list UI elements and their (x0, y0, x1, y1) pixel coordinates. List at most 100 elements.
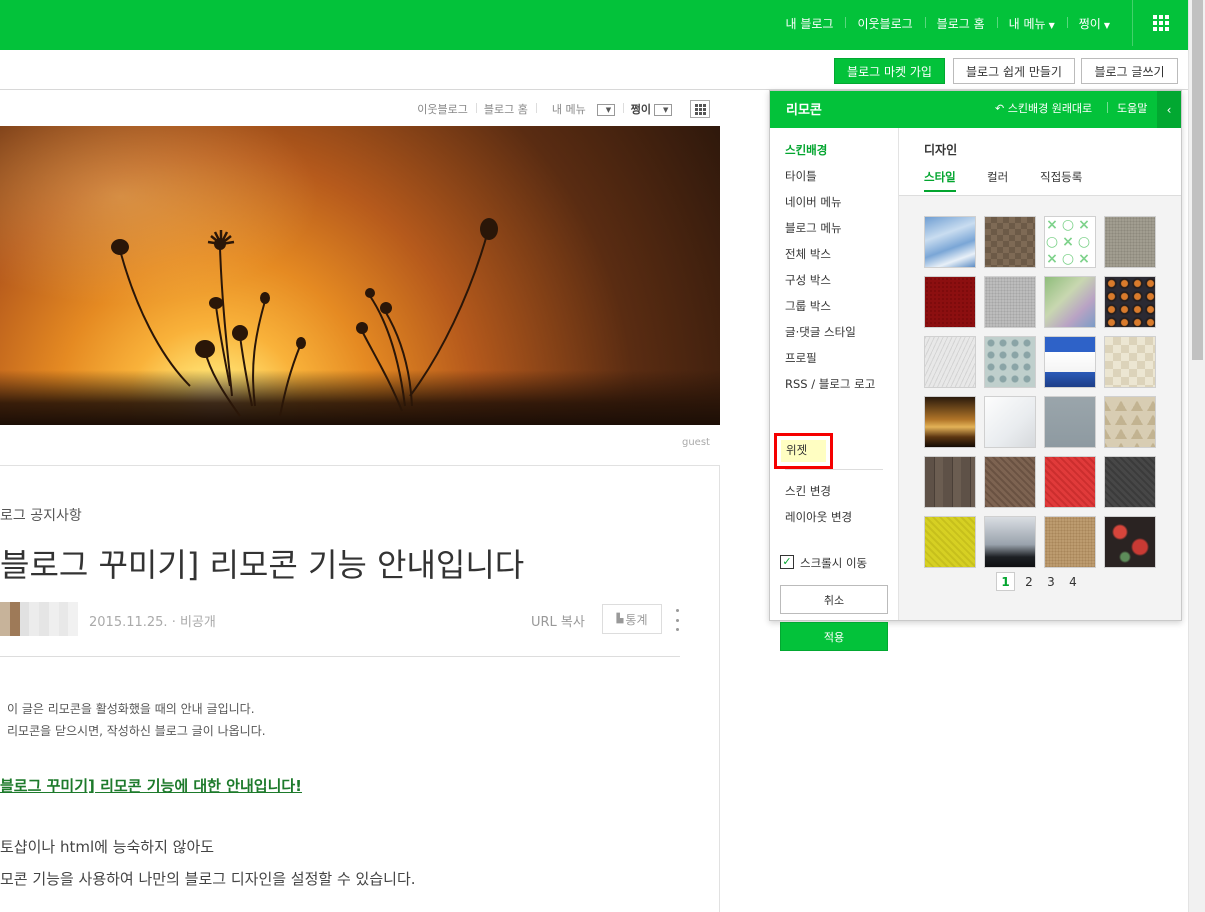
swatch-opera-house[interactable] (924, 396, 976, 448)
nav-user[interactable]: 쩡이 ▼ (1066, 15, 1122, 32)
swatch-light-gradient[interactable] (984, 396, 1036, 448)
menu-rss-logo[interactable]: RSS / 블로그 로고 (785, 376, 875, 392)
menu-change-layout[interactable]: 레이아웃 변경 (785, 509, 852, 525)
stats-label: 통계 (625, 612, 648, 627)
blog-market-join-button[interactable]: 블로그 마켓 가입 (834, 58, 945, 84)
blognav-home[interactable]: 블로그 홈 (475, 101, 536, 117)
tab-style[interactable]: 스타일 (924, 169, 956, 192)
remocon-title: 리모콘 (786, 103, 822, 118)
page-1[interactable]: 1 (996, 572, 1015, 591)
nav-my-blog[interactable]: 내 블로그 (773, 15, 845, 32)
menu-component-box[interactable]: 구성 박스 (785, 272, 831, 288)
dropdown-icon: ▼ (596, 104, 615, 116)
swatch-roses[interactable] (1104, 516, 1156, 568)
flower-silhouette-graphic (111, 218, 498, 417)
menu-change-skin[interactable]: 스킨 변경 (785, 483, 831, 499)
scroll-move-checkbox[interactable]: ✓ (780, 555, 794, 569)
scrollbar-thumb[interactable] (1192, 0, 1203, 360)
apply-button[interactable]: 적용 (780, 622, 888, 651)
swatch-red-stripe[interactable] (1044, 456, 1096, 508)
url-copy-button[interactable]: URL 복사 (531, 611, 585, 630)
menu-skin-bg[interactable]: 스킨배경 (785, 142, 827, 158)
swatch-teal-dots[interactable] (984, 336, 1036, 388)
design-panel: 디자인 스타일 컬러 직접등록 ×○× ○×○ ×○× (899, 128, 1181, 620)
swatch-yellow-stripe[interactable] (924, 516, 976, 568)
blog-sub-nav: 이웃블로그 블로그 홈 내 메뉴 ▼ 쩡이 ▼ (0, 92, 720, 126)
nav-my-menu[interactable]: 내 메뉴 ▼ (996, 15, 1067, 32)
swatch-beige-check[interactable] (1104, 336, 1156, 388)
menu-post-comment-style[interactable]: 글·댓글 스타일 (785, 324, 856, 340)
collapse-button[interactable]: ‹ (1157, 91, 1181, 128)
swatch-wood[interactable] (924, 456, 976, 508)
chevron-left-icon: ‹ (1166, 102, 1172, 117)
cancel-button[interactable]: 취소 (780, 585, 888, 614)
swatch-triangles[interactable] (1104, 396, 1156, 448)
swatch-slate[interactable] (1044, 396, 1096, 448)
page-3[interactable]: 3 (1040, 572, 1062, 591)
swatch-eiffel[interactable] (984, 516, 1036, 568)
menu-all-box[interactable]: 전체 박스 (785, 246, 831, 262)
blognav-user[interactable]: 쩡이 ▼ (622, 101, 680, 117)
post-text-line: 리모콘을 닫으시면, 작성하신 블로그 글이 나옵니다. (7, 724, 266, 738)
background-swatches: ×○× ○×○ ×○× (899, 196, 1181, 620)
swatch-dark-dots[interactable] (1104, 276, 1156, 328)
blog-grid-button[interactable] (690, 100, 710, 118)
swatch-white-texture[interactable] (924, 336, 976, 388)
swatch-sand[interactable] (1044, 516, 1096, 568)
reset-skin-bg-button[interactable]: ↶ 스킨배경 원래대로 (995, 100, 1092, 116)
swatch-gray-noise[interactable] (984, 276, 1036, 328)
top-nav-bar: 내 블로그 이웃블로그 블로그 홈 내 메뉴 ▼ 쩡이 ▼ (0, 0, 1188, 50)
post-text-line: 모콘 기능을 사용하여 나만의 블로그 디자인을 설정할 수 있습니다. (0, 870, 416, 888)
menu-blog-menu[interactable]: 블로그 메뉴 (785, 220, 842, 236)
remocon-menu: 스킨배경 타이틀 네이버 메뉴 블로그 메뉴 전체 박스 구성 박스 그룹 박스… (770, 128, 899, 651)
image-caption: guest (682, 437, 710, 448)
stats-button[interactable]: ▙ 통계 (602, 604, 662, 634)
post-title: 블로그 꾸미기] 리모콘 기능 안내입니다 (0, 546, 525, 584)
tab-color[interactable]: 컬러 (987, 169, 1008, 185)
swatch-blurred-color[interactable] (1044, 276, 1096, 328)
nav-neighbor-blog[interactable]: 이웃블로그 (845, 15, 924, 32)
stats-icon: ▙ (616, 614, 624, 624)
grid-icon (1152, 15, 1169, 31)
nav-blog-home[interactable]: 블로그 홈 (924, 15, 997, 32)
app-grid-button[interactable] (1132, 0, 1188, 46)
page-4[interactable]: 4 (1062, 572, 1084, 591)
vertical-scrollbar[interactable] (1188, 0, 1205, 912)
swatch-brown-check[interactable] (984, 216, 1036, 268)
blognav-neighbor[interactable]: 이웃블로그 (409, 101, 476, 117)
swatch-gray-stone[interactable] (1104, 216, 1156, 268)
menu-widget[interactable]: 위젯 (781, 440, 826, 462)
help-link[interactable]: 도움말 (1117, 100, 1147, 116)
swatch-brown-stripe[interactable] (984, 456, 1036, 508)
menu-title[interactable]: 타이틀 (785, 168, 817, 184)
swatch-red-leather[interactable] (924, 276, 976, 328)
divider (0, 656, 680, 657)
swatch-dark-stripe[interactable] (1104, 456, 1156, 508)
blognav-mymenu[interactable]: 내 메뉴 ▼ (535, 101, 623, 117)
menu-group-box[interactable]: 그룹 박스 (785, 298, 831, 314)
post-category[interactable]: 로그 공지사항 (0, 505, 82, 525)
post-date: 2015.11.25. · 비공개 (89, 615, 216, 630)
post-link[interactable]: 블로그 꾸미기] 리모콘 기능에 대한 안내입니다! (0, 775, 302, 796)
swatch-pagination: 1 2 3 4 (996, 572, 1084, 591)
tab-custom-upload[interactable]: 직접등록 (1040, 169, 1082, 185)
action-bar: 블로그 마켓 가입 블로그 쉽게 만들기 블로그 글쓰기 (0, 50, 1188, 90)
remocon-header: 리모콘 ↶ 스킨배경 원래대로 도움말 ‹ (770, 91, 1181, 128)
avatar[interactable] (0, 602, 78, 636)
swatch-sky[interactable] (924, 216, 976, 268)
blognav-user-label: 쩡이 (630, 103, 651, 116)
easy-blog-button[interactable]: 블로그 쉽게 만들기 (953, 58, 1075, 84)
swatch-santorini[interactable] (1044, 336, 1096, 388)
page-2[interactable]: 2 (1018, 572, 1040, 591)
blognav-mymenu-label: 내 메뉴 (551, 103, 586, 116)
menu-naver-menu[interactable]: 네이버 메뉴 (785, 194, 842, 210)
menu-profile[interactable]: 프로필 (785, 350, 817, 366)
widget-highlight: 위젯 (774, 433, 833, 469)
write-post-button[interactable]: 블로그 글쓰기 (1081, 58, 1178, 84)
more-options-button[interactable] (672, 609, 682, 631)
caret-down-icon: ▼ (1103, 20, 1110, 30)
swatch-green-xo[interactable]: ×○× ○×○ ×○× (1044, 216, 1096, 268)
blog-title-image (0, 126, 720, 425)
design-title: 디자인 (924, 143, 958, 157)
remocon-panel: 리모콘 ↶ 스킨배경 원래대로 도움말 ‹ 스킨배경 타이틀 네이버 메뉴 블로… (769, 90, 1182, 651)
